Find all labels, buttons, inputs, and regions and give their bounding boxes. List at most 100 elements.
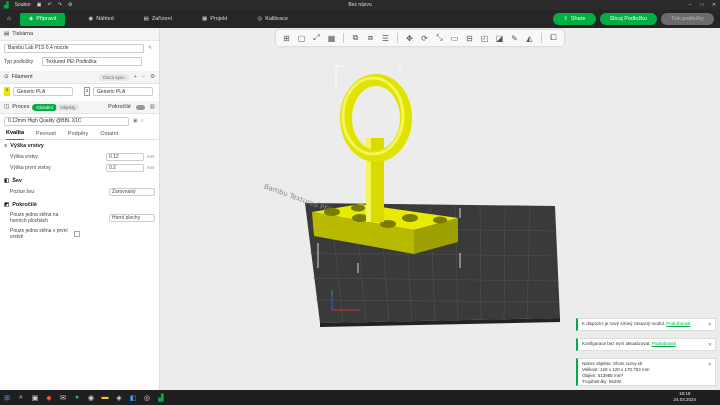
subtab-quality[interactable]: Kvalita <box>6 128 25 140</box>
tab-preview[interactable]: ◉ Náhled <box>79 13 122 26</box>
advanced-toggle[interactable] <box>135 104 145 110</box>
printer-icon: ▤ <box>4 31 10 37</box>
layer-height-group: ≡ Výška vrstvy <box>0 140 159 151</box>
subtab-support[interactable]: Podpěry <box>68 128 89 140</box>
start-icon[interactable]: ⊞ <box>0 391 14 405</box>
music-icon[interactable]: ● <box>70 391 84 405</box>
notification-config: Konfigurace bez nyní aktualizovat. Podro… <box>576 338 716 351</box>
close-icon[interactable]: ✕ <box>708 362 712 368</box>
cube-icon: ◈ <box>29 16 34 22</box>
build-scene: Bambu Textured PEI Plate <box>263 63 560 327</box>
print-button[interactable]: Tisk podložky <box>660 13 714 25</box>
tab-project[interactable]: ▦ Projekt <box>193 13 236 26</box>
unit-label: mm <box>147 154 155 159</box>
minimize-button[interactable]: – <box>684 0 696 10</box>
task-view-icon[interactable]: ▣ <box>28 391 42 405</box>
process-subtabs: Kvalita Pevnost Podpěry Ostatní <box>0 128 159 140</box>
notification-link[interactable]: Podrobnosti <box>666 321 690 326</box>
group-title: Výška vrstvy <box>10 142 44 149</box>
slice-button[interactable]: Slicuj Podložku <box>599 13 657 25</box>
close-button[interactable]: ✕ <box>708 0 720 10</box>
section-title: Proces <box>12 104 30 110</box>
param-label: vrstvě <box>10 234 24 240</box>
filament-slot-2-swatch[interactable]: 2 <box>84 87 90 96</box>
share-icon: ⇪ <box>563 16 568 22</box>
filament-slot-2-select[interactable]: Generic PLA <box>93 87 153 96</box>
filament-settings-icon[interactable]: ⚙ <box>150 74 155 80</box>
share-button[interactable]: ⇪ Share <box>553 13 596 25</box>
save-preset-icon[interactable]: ▣ <box>133 118 138 124</box>
close-icon[interactable]: ✕ <box>708 322 712 328</box>
project-icon: ▦ <box>202 16 208 22</box>
settings-icon[interactable]: ⚙ <box>68 2 72 8</box>
process-section-header[interactable]: ◫ Proces Globální Objekty Pokročilé ▥ <box>0 101 159 114</box>
mail-icon[interactable]: ✉ <box>56 391 70 405</box>
undo-icon[interactable]: ↶ <box>47 2 51 8</box>
layer-height-param: Výška vrstvy 0.12 mm <box>0 151 159 162</box>
printer-icon: ▤ <box>143 16 149 22</box>
tab-device[interactable]: ▤ Zařízení <box>135 13 181 26</box>
save-icon[interactable]: ▣ <box>37 2 42 8</box>
game-icon[interactable]: ◉ <box>84 391 98 405</box>
app-icon[interactable]: ◈ <box>112 391 126 405</box>
tab-label: Zařízení <box>151 16 173 22</box>
layers-icon: ≡ <box>4 142 8 149</box>
notification-object-info: Název objektu: Shots curvy.stl Velikost:… <box>576 358 716 386</box>
printer-section-header[interactable]: ▤ Tiskárna <box>0 28 159 41</box>
sync-button[interactable]: Cisco sync <box>98 73 129 81</box>
tab-label: Připravit <box>36 16 57 22</box>
remove-filament-icon[interactable]: − <box>142 74 145 80</box>
app-logo-icon: ▟ <box>4 2 9 9</box>
code-icon[interactable]: ◧ <box>126 391 140 405</box>
tab-calibration[interactable]: ◎ Kalibrace <box>248 13 297 26</box>
notification-text: Konfigurace bez nyní aktualizovat. <box>582 341 651 346</box>
tab-label: Kalibrace <box>265 16 289 22</box>
seam-group: ◧ Šev <box>0 175 159 186</box>
explorer-icon[interactable]: ▬ <box>98 391 112 405</box>
advanced-icon: ◩ <box>4 201 10 208</box>
filament-icon: ⊙ <box>4 74 9 80</box>
plate-type-select[interactable]: Textured PEI Podložka <box>42 57 142 66</box>
notification-link[interactable]: Podrobnosti <box>652 341 676 346</box>
home-icon[interactable]: ⌂ <box>0 10 18 28</box>
steam-icon[interactable]: ◎ <box>140 391 154 405</box>
filament-slot-1-swatch[interactable]: 1 <box>4 87 10 96</box>
preset-name: 0.12mm High Quality @BBL X1C <box>8 118 82 124</box>
3d-viewport[interactable]: ⊞ ▢ ⤢ ▦ ⧉ ⧈ ☰ ✥ ⟳ ⤡ ▭ ⊟ ◰ ◪ ✎ ◭ ⧠ Bambu … <box>160 28 720 390</box>
redo-icon[interactable]: ↷ <box>58 2 62 8</box>
layer-height-input[interactable]: 0.12 <box>106 152 144 161</box>
browser-icon[interactable]: ◆ <box>42 391 56 405</box>
section-title: Filament <box>11 74 33 80</box>
subtab-strength[interactable]: Pevnost <box>36 128 56 140</box>
objects-toggle[interactable]: Objekty <box>56 103 80 111</box>
edit-printer-icon[interactable]: ✎ <box>148 45 152 51</box>
filament-section-header[interactable]: ⊙ Filament Cisco sync + − ⚙ <box>0 71 159 84</box>
maximize-button[interactable]: □ <box>696 0 708 10</box>
seam-position-select[interactable]: Zarovnaný <box>109 187 155 196</box>
param-label: horních plochách <box>10 218 49 224</box>
file-menu[interactable]: Soubor <box>15 2 31 8</box>
filament-slot-1-select[interactable]: Generic PLA <box>13 87 73 96</box>
add-filament-icon[interactable]: + <box>134 74 137 80</box>
bambu-studio-icon[interactable]: ▟ <box>154 391 168 405</box>
system-clock[interactable]: 18:19 24.03.2024 <box>673 391 696 403</box>
search-icon[interactable]: ⌕ <box>14 391 28 405</box>
advanced-group: ◩ Pokročilé <box>0 199 159 210</box>
subtab-other[interactable]: Ostatní <box>100 128 118 140</box>
first-layer-input[interactable]: 0.2 <box>106 163 144 172</box>
global-toggle[interactable]: Globální <box>32 103 58 111</box>
one-wall-first-checkbox[interactable] <box>73 231 80 237</box>
group-title: Šev <box>12 177 22 184</box>
notification-plugin: K dispozici je nový síťový zásuvný modul… <box>576 318 716 331</box>
plate-type-label: Typ podložky <box>4 58 34 65</box>
one-wall-first-param: Pouze jedna stěna v první vrstvě <box>0 226 159 242</box>
filament-name: Generic PLA <box>17 88 46 95</box>
search-icon[interactable]: ⌕ <box>141 118 144 124</box>
share-label: Share <box>570 16 586 22</box>
close-icon[interactable]: ✕ <box>708 342 712 348</box>
compare-icon[interactable]: ▥ <box>150 104 155 110</box>
printer-select[interactable]: Bambu Lab P1S 0.4 nozzle <box>4 43 144 53</box>
one-wall-top-select[interactable]: Horní plochy <box>109 214 155 222</box>
process-preset-select[interactable]: 0.12mm High Quality @BBL X1C <box>4 116 129 126</box>
tab-prepare[interactable]: ◈ Připravit <box>20 12 66 26</box>
